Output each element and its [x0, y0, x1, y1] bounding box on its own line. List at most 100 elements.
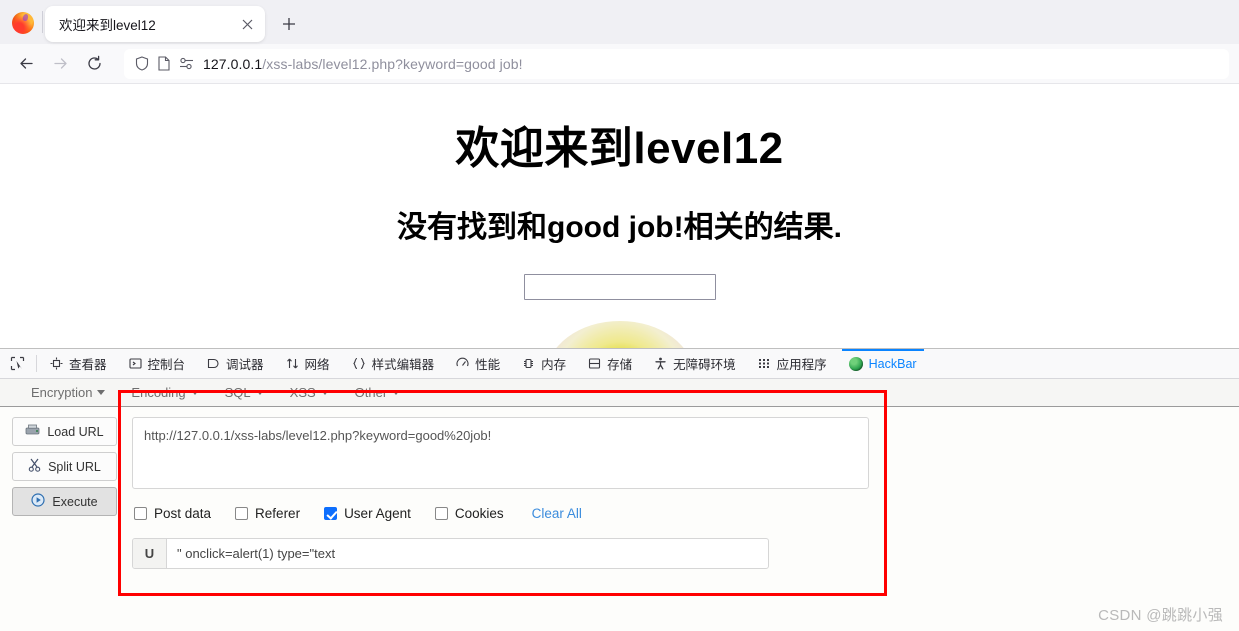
split-url-icon [28, 458, 41, 475]
performance-icon [456, 357, 469, 370]
checkbox-box[interactable] [324, 507, 338, 520]
hackbar-body: Load URL Split URL Execute http://127.0.… [0, 407, 1239, 569]
devtools-tab-accessibility[interactable]: 无障碍环境 [643, 349, 747, 378]
devtools-tab-storage[interactable]: 存储 [577, 349, 643, 378]
chevron-down-icon [255, 390, 264, 395]
devtools-tab-debugger[interactable]: 调试器 [196, 349, 275, 378]
devtools-tab-label: 无障碍环境 [673, 358, 736, 372]
new-tab-button[interactable] [275, 10, 303, 38]
page-content: 欢迎来到level12 没有找到和good job!相关的结果. [0, 84, 1239, 348]
hackbar-menu-sql[interactable]: SQL [212, 385, 277, 400]
checkbox-box[interactable] [134, 507, 147, 520]
checkbox-box[interactable] [434, 507, 448, 520]
hackbar-menu-encoding[interactable]: Encoding [118, 385, 211, 400]
hackbar-menu-label: SQL [224, 385, 251, 400]
devtools-tab-label: 存储 [607, 358, 633, 372]
url-host: 127.0.0.1 [203, 55, 263, 72]
shield-icon[interactable] [135, 56, 149, 71]
devtools-tab-performance[interactable]: 性能 [445, 349, 511, 378]
devtools-tab-label: 内存 [541, 358, 567, 372]
xss-labs-mascot-image [545, 321, 694, 348]
hackbar-panel: Encryption Encoding SQL XSS Other Load U… [0, 379, 1239, 631]
style-editor-icon [352, 357, 366, 370]
debugger-icon [207, 357, 220, 370]
devtools-tab-label: 查看器 [69, 358, 107, 372]
clear-all-link[interactable]: Clear All [532, 506, 582, 521]
hackbar-menu-other[interactable]: Other [342, 385, 414, 400]
watermark-text: CSDN @跳跳小强 [1098, 607, 1223, 624]
hackbar-button-label: Load URL [47, 424, 104, 439]
user-agent-input[interactable]: " onclick=alert(1) type="text [167, 539, 768, 568]
hackbar-form-column: http://127.0.0.1/xss-labs/level12.php?ke… [132, 417, 1239, 569]
screenshot-root: 欢迎来到level12 127.0.0.1/xss-labs/level12.p… [0, 0, 1239, 631]
page-subtitle: 没有找到和good job!相关的结果. [397, 211, 842, 244]
back-arrow-icon[interactable] [10, 49, 42, 79]
element-picker-icon[interactable] [4, 349, 34, 378]
browser-tab-active[interactable]: 欢迎来到level12 [45, 6, 265, 42]
tab-strip: 欢迎来到level12 [0, 0, 1239, 44]
hackbar-menu-label: Encoding [131, 385, 186, 400]
hackbar-menu-bar: Encryption Encoding SQL XSS Other [0, 379, 1239, 407]
split-url-button[interactable]: Split URL [12, 452, 117, 481]
checkbox-post-data[interactable]: Post data [134, 506, 211, 521]
url-path: /xss-labs/level12.php?keyword=good job! [262, 55, 523, 72]
search-input[interactable] [523, 274, 716, 300]
browser-chrome: 欢迎来到level12 127.0.0.1/xss-labs/level12.p… [0, 0, 1239, 84]
devtools-separator [36, 355, 37, 372]
chevron-down-icon [190, 390, 199, 395]
hackbar-menu-xss[interactable]: XSS [277, 385, 342, 400]
url-text: 127.0.0.1/xss-labs/level12.php?keyword=g… [203, 56, 523, 72]
firefox-logo-icon [12, 12, 34, 34]
checkbox-label: Referer [255, 506, 301, 521]
chevron-down-icon [320, 390, 329, 395]
permissions-icon[interactable] [179, 57, 194, 70]
page-title: 欢迎来到level12 [455, 124, 784, 173]
devtools-tab-inspector[interactable]: 查看器 [39, 349, 118, 378]
hackbar-menu-label: Other [354, 385, 388, 400]
url-textarea[interactable]: http://127.0.0.1/xss-labs/level12.php?ke… [132, 417, 869, 489]
url-bar[interactable]: 127.0.0.1/xss-labs/level12.php?keyword=g… [124, 48, 1229, 79]
devtools-tab-hackbar[interactable]: HackBar [838, 349, 928, 378]
checkbox-referer[interactable]: Referer [235, 506, 300, 521]
forward-arrow-icon[interactable] [44, 49, 76, 79]
navigation-toolbar: 127.0.0.1/xss-labs/level12.php?keyword=g… [0, 44, 1239, 84]
devtools-tab-bar: 查看器 控制台 调试器 网络 样式编辑器 性能 内存 存储 无障碍环境 应用程序… [0, 349, 1239, 379]
tab-title: 欢迎来到level12 [59, 18, 156, 33]
checkbox-user-agent[interactable]: User Agent [324, 506, 411, 521]
checkbox-cookies[interactable]: Cookies [434, 506, 504, 521]
hackbar-button-column: Load URL Split URL Execute [0, 417, 132, 569]
devtools-tab-application[interactable]: 应用程序 [747, 349, 838, 378]
checkbox-label: User Agent [344, 506, 411, 521]
reload-icon[interactable] [78, 49, 110, 79]
storage-icon [588, 357, 601, 370]
devtools-tab-label: 调试器 [226, 358, 264, 372]
devtools-tab-memory[interactable]: 内存 [511, 349, 577, 378]
hackbar-menu-encryption[interactable]: Encryption [18, 385, 118, 400]
checkbox-box[interactable] [235, 507, 249, 520]
tab-divider [42, 11, 43, 33]
chevron-down-icon [392, 390, 401, 395]
devtools-tab-console[interactable]: 控制台 [118, 349, 197, 378]
devtools-tab-style-editor[interactable]: 样式编辑器 [341, 349, 446, 378]
devtools-tab-label: 性能 [475, 358, 501, 372]
devtools-panel: 查看器 控制台 调试器 网络 样式编辑器 性能 内存 存储 无障碍环境 应用程序… [0, 348, 1239, 631]
hackbar-menu-label: XSS [289, 385, 316, 400]
load-url-button[interactable]: Load URL [12, 417, 117, 446]
page-document-icon[interactable] [158, 56, 170, 71]
devtools-tab-label: HackBar [868, 356, 917, 371]
devtools-tab-label: 样式编辑器 [371, 358, 435, 372]
close-icon[interactable] [237, 14, 257, 34]
hackbar-icon [848, 356, 863, 371]
execute-play-icon [31, 493, 46, 510]
execute-button[interactable]: Execute [12, 487, 117, 516]
inspector-icon [50, 357, 63, 370]
checkbox-label: Cookies [454, 506, 504, 521]
hackbar-button-label: Execute [52, 494, 98, 509]
chevron-down-icon [97, 390, 106, 395]
devtools-tab-network[interactable]: 网络 [275, 349, 341, 378]
user-agent-field[interactable]: U " onclick=alert(1) type="text [132, 538, 769, 569]
devtools-tab-label: 网络 [304, 358, 330, 372]
hackbar-menu-label: Encryption [31, 385, 93, 400]
accessibility-icon [654, 357, 667, 370]
hackbar-button-label: Split URL [48, 459, 101, 474]
